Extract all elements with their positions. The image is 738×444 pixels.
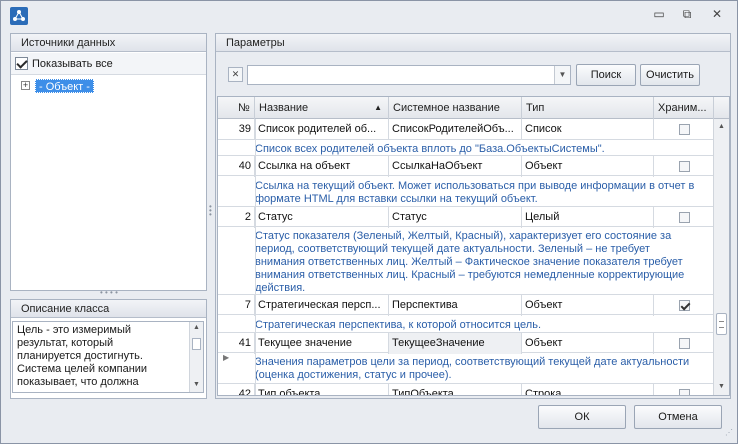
column-header-name[interactable]: Название ▲ [255,97,389,119]
column-header-stored[interactable]: Храним... [654,97,714,119]
row-number: 42 [234,384,255,395]
row-stored-checkbox[interactable] [679,212,690,223]
class-desc-line: Система целей компании [17,363,148,375]
row-name: Стратегическая персп... [255,295,389,316]
sort-ascending-icon: ▲ [374,103,382,112]
row-number: 40 [234,156,255,177]
row-system-name: Статус [389,207,522,228]
show-all-checkbox[interactable] [15,57,28,70]
class-desc-scrollbar[interactable]: ▲ ▼ [189,322,203,392]
row-description-line: внимания ответственных лиц. Желтый – Фак… [255,256,683,268]
class-description-title: Описание класса [11,300,206,318]
cancel-button[interactable]: Отмена [634,405,722,429]
column-header-name-label: Название [259,102,309,114]
row-type: Объект [522,156,654,177]
parameters-title: Параметры [216,34,730,52]
column-header-type[interactable]: Тип [522,97,654,119]
row-system-name: СписокРодителейОбъ... [389,119,522,140]
row-name: Тип объекта [255,384,389,395]
row-type: Объект [522,295,654,316]
row-description-line: (оценка достижения, статус и прочее). [255,369,452,381]
scroll-up-icon[interactable]: ▲ [718,123,726,131]
data-sources-title: Источники данных [11,34,206,52]
class-desc-line: результат, который [17,337,114,349]
row-description: Статус показателя (Зеленый, Желтый, Крас… [255,230,714,295]
row-indicator-icon [220,333,234,354]
row-type: Целый [522,207,654,228]
table-row[interactable]: 40 Ссылка на объект СсылкаНаОбъект Объек… [218,155,714,177]
row-system-name: СсылкаНаОбъект [389,156,522,177]
column-header-number[interactable]: № [234,97,255,119]
grid-scrollbar[interactable]: ▲ ▼ [713,119,729,395]
row-name: Текущее значение [255,333,389,354]
scroll-thumb[interactable] [192,338,201,350]
row-type: Список [522,119,654,140]
vertical-splitter-grip-icon[interactable]: • • • [209,203,212,219]
row-name: Список родителей об... [255,119,389,140]
row-number: 39 [234,119,255,140]
dialog-window: ▭ ⧉ ✕ Источники данных Показывать все + … [0,0,738,444]
show-all-label: Показывать все [32,58,113,70]
scroll-thumb[interactable] [716,313,727,335]
row-name: Ссылка на объект [255,156,389,177]
row-stored-checkbox[interactable] [679,300,690,311]
row-type: Строка [522,384,654,395]
search-button[interactable]: Поиск [576,64,636,86]
row-description-line: Статус показателя (Зеленый, Желтый, Крас… [255,230,672,242]
tree-node-object[interactable]: - Объект - [35,79,94,93]
row-description-line: Стратегическая перспектива, к которой от… [255,319,541,331]
app-logo-icon [10,7,28,25]
row-system-name: ТипОбъекта [389,384,522,395]
row-description-line: внимания ответственных лиц. Красный – тр… [255,269,685,281]
table-row[interactable]: 7 Стратегическая персп... Перспектива Об… [218,294,714,316]
scroll-down-icon[interactable]: ▼ [718,383,726,391]
row-stored-checkbox[interactable] [679,124,690,135]
row-name: Статус [255,207,389,228]
table-row-selected[interactable]: 41 Текущее значение ТекущееЗначение Объе… [218,332,714,354]
column-header-system-name[interactable]: Системное название [389,97,522,119]
row-stored-checkbox[interactable] [679,389,690,395]
row-number: 41 [234,333,255,354]
data-sources-panel: Источники данных Показывать все [10,33,207,291]
class-desc-line: планируется достигнуть. [17,350,143,362]
row-number: 2 [234,207,255,228]
parameters-grid: № Название ▲ Системное название Тип Хран… [217,96,730,396]
title-bar: ▭ ⧉ ✕ [1,1,737,29]
row-description: Стратегическая перспектива, к которой от… [255,319,714,332]
row-description-line: формате HTML для вставки ссылки на текущ… [255,193,538,205]
row-description: Ссылка на текущий объект. Может использо… [255,180,714,206]
class-description-text[interactable]: Цель - это измеримый результат, который … [12,321,204,393]
table-row[interactable]: 2 Статус Статус Целый [218,206,714,228]
row-system-name: Перспектива [389,295,522,316]
close-icon[interactable]: ✕ [709,7,725,21]
row-description: Значения параметров цели за период, соот… [255,356,714,382]
row-pointer-icon: ▶ [223,353,230,362]
grid-header: № Название ▲ Системное название Тип Хран… [218,97,729,119]
scroll-up-icon[interactable]: ▲ [193,324,201,331]
dropdown-chevron-icon[interactable]: ▼ [554,66,570,84]
class-desc-line: показывает, что должна [17,376,139,388]
horizontal-splitter-grip-icon[interactable]: • • • • [100,289,118,297]
class-desc-line: Цель - это измеримый [17,324,132,336]
ok-button[interactable]: ОК [538,405,626,429]
row-description-line: Ссылка на текущий объект. Может использо… [255,180,695,192]
minimize-icon[interactable]: ▭ [651,7,667,21]
tree-expander-icon[interactable]: + [21,81,30,90]
resize-grip-icon[interactable]: ⋰ [725,429,733,437]
row-type: Объект [522,333,654,354]
row-description-line: период, соответствующий текущей дате акт… [255,243,650,255]
row-stored-checkbox[interactable] [679,338,690,349]
column-divider [255,119,256,395]
row-stored-checkbox[interactable] [679,161,690,172]
table-row[interactable]: 39 Список родителей об... СписокРодителе… [218,119,714,140]
row-number: 7 [234,295,255,316]
clear-button[interactable]: Очистить [640,64,700,86]
scroll-down-icon[interactable]: ▼ [193,381,201,388]
maximize-icon[interactable]: ⧉ [679,7,695,21]
table-row[interactable]: 42 Тип объекта ТипОбъекта Строка [218,383,714,395]
search-input[interactable]: ▼ [247,65,571,85]
row-description-line: Значения параметров цели за период, соот… [255,356,690,368]
row-system-name: ТекущееЗначение [389,333,522,354]
clear-filter-icon[interactable]: ✕ [228,67,243,82]
